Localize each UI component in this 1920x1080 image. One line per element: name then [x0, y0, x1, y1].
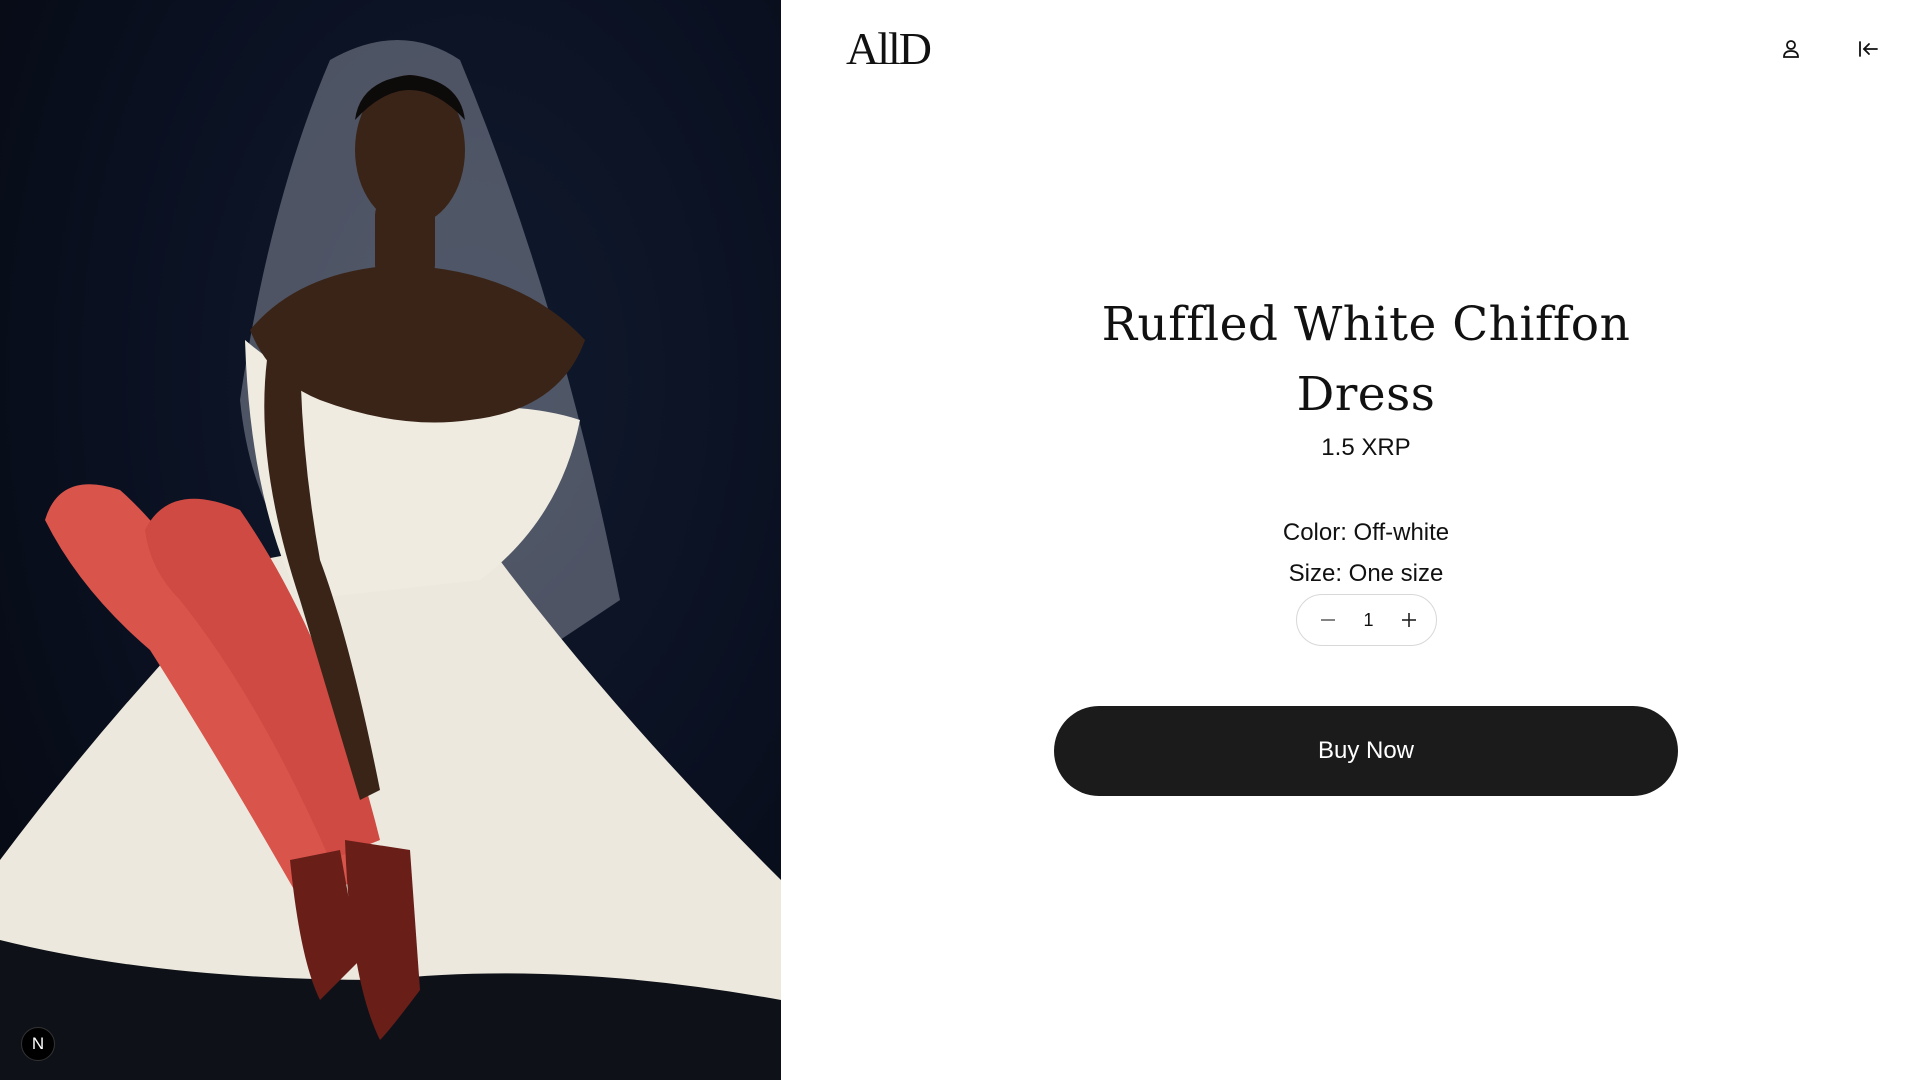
brand-logo[interactable]: AllD [846, 22, 932, 75]
product-photo: N [0, 0, 781, 1080]
product-title: Ruffled White Chiffon Dress [1101, 297, 1631, 422]
product-details: Ruffled White Chiffon Dress 1.5 XRP Colo… [1054, 290, 1678, 594]
decrement-button[interactable] [1317, 609, 1339, 631]
buy-now-button[interactable]: Buy Now [1054, 706, 1678, 796]
increment-button[interactable] [1398, 609, 1420, 631]
model-illustration [0, 40, 781, 1080]
quantity-stepper: 1 [1296, 594, 1437, 646]
color-attribute: Color: Off-white [1282, 519, 1450, 546]
user-icon[interactable] [1778, 36, 1804, 62]
minus-icon [1321, 619, 1335, 621]
plus-icon [1401, 613, 1416, 627]
product-attributes: Color: Off-white Size: One size [1054, 512, 1678, 594]
size-attribute: Size: One size [1288, 560, 1444, 587]
framework-badge[interactable]: N [21, 1027, 55, 1061]
quantity-value[interactable]: 1 [1363, 610, 1373, 631]
product-price: 1.5 XRP [1321, 434, 1411, 461]
arrow-left-to-line-icon[interactable] [1855, 36, 1881, 62]
